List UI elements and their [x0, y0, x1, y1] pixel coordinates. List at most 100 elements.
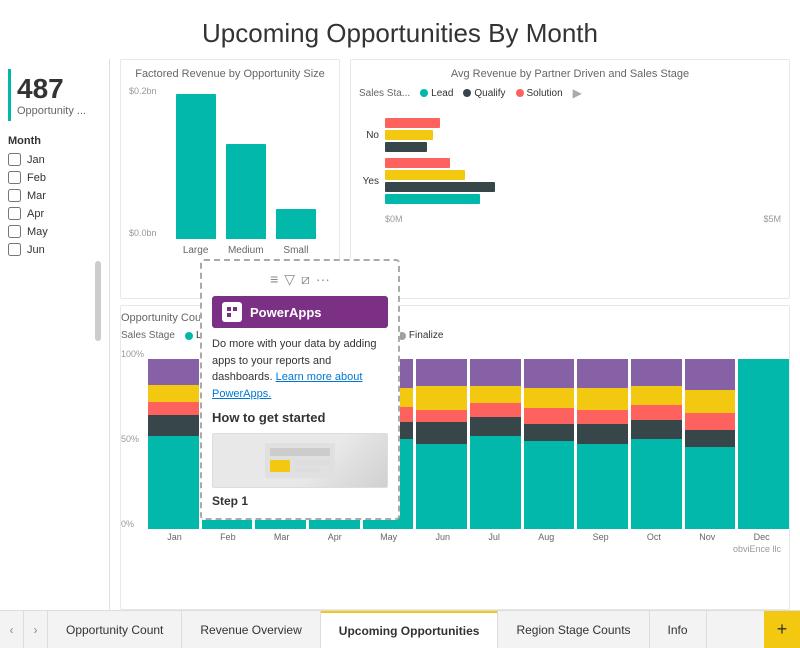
seg-Jun-4: [416, 359, 467, 386]
seg-Jul-2: [470, 403, 521, 417]
powerapps-popup: ≡ ▽ ⧄ ··· PowerApps D: [200, 259, 400, 520]
horiz-bar-group: No Yes: [359, 108, 781, 214]
stacked-x-axis: JanFebMarAprMayJunJulAugSepOctNovDec: [148, 532, 789, 542]
tab-add-button[interactable]: +: [764, 611, 800, 648]
seg-Jan-1: [148, 415, 199, 435]
seg-Jun-3: [416, 386, 467, 410]
avg-revenue-chart: Avg Revenue by Partner Driven and Sales …: [350, 59, 790, 299]
checkbox-jun[interactable]: [8, 243, 21, 256]
horiz-bars-yes: [385, 158, 781, 204]
popup-subtitle: How to get started: [212, 410, 388, 425]
stacked-col-oct: [631, 359, 682, 529]
seg-Aug-0: [524, 441, 575, 529]
seg-Sep-0: [577, 444, 628, 529]
row-yes: Yes: [359, 158, 781, 204]
toolbar-filter-icon[interactable]: ▽: [284, 271, 295, 288]
checkbox-feb[interactable]: [8, 171, 21, 184]
filter-jun[interactable]: Jun: [8, 243, 101, 256]
stacked-col-nov: [685, 359, 736, 529]
avg-legend: Sales Sta... Lead Qualify Solution: [359, 86, 781, 100]
tab-revenue-overview[interactable]: Revenue Overview: [182, 611, 320, 648]
filter-apr[interactable]: Apr: [8, 207, 101, 220]
popup-step-image: [212, 433, 388, 488]
toolbar-menu-icon[interactable]: ≡: [270, 271, 278, 288]
checkbox-jan[interactable]: [8, 153, 21, 166]
learn-more-link[interactable]: Learn more about PowerApps.: [212, 371, 362, 400]
stacked-col-jan: [148, 359, 199, 529]
stacked-legend-finalize: Finalize: [398, 330, 443, 341]
filter-mar[interactable]: Mar: [8, 189, 101, 202]
seg-Nov-1: [685, 430, 736, 447]
charts-area: Factored Revenue by Opportunity Size $0.…: [110, 59, 800, 610]
tab-region-stage-counts[interactable]: Region Stage Counts: [498, 611, 649, 648]
toolbar-more-icon[interactable]: ···: [316, 271, 330, 288]
popup-toolbar: ≡ ▽ ⧄ ···: [212, 271, 388, 288]
horiz-chart: No Yes: [359, 108, 781, 290]
seg-Sep-2: [577, 410, 628, 424]
seg-Oct-0: [631, 439, 682, 529]
stacked-col-jul: [470, 359, 521, 529]
stacked-col-aug: [524, 359, 575, 529]
hbar-no-2: [385, 130, 433, 140]
branding: obviEnce llc: [121, 542, 789, 554]
powerapps-label: PowerApps: [250, 305, 322, 320]
kpi-number: 487: [17, 73, 95, 105]
filter-jan[interactable]: Jan: [8, 153, 101, 166]
seg-Nov-3: [685, 390, 736, 414]
main-container: Upcoming Opportunities By Month 487 Oppo…: [0, 0, 800, 648]
bar-col-small: Small: [276, 209, 316, 256]
hbar-no-1: [385, 118, 440, 128]
seg-Aug-2: [524, 408, 575, 423]
seg-Oct-3: [631, 386, 682, 405]
tab-opportunity-count[interactable]: Opportunity Count: [48, 611, 182, 648]
legend-arrow[interactable]: ▶: [573, 86, 582, 100]
hbar-no-3: [385, 142, 427, 152]
seg-Jun-1: [416, 422, 467, 444]
sidebar: 487 Opportunity ... Month Jan Feb Mar Ap…: [0, 59, 110, 610]
seg-Sep-1: [577, 424, 628, 444]
toolbar-expand-icon[interactable]: ⧄: [301, 271, 310, 288]
filter-feb[interactable]: Feb: [8, 171, 101, 184]
hbar-yes-3: [385, 182, 495, 192]
tab-prev-btn[interactable]: ‹: [0, 611, 24, 648]
seg-Aug-4: [524, 359, 575, 388]
checkbox-mar[interactable]: [8, 189, 21, 202]
tab-next-btn[interactable]: ›: [24, 611, 48, 648]
seg-Aug-3: [524, 388, 575, 408]
stacked-col-sep: [577, 359, 628, 529]
tab-upcoming-opportunities[interactable]: Upcoming Opportunities: [321, 611, 499, 648]
x-axis-horiz: $0M $5M: [359, 214, 781, 224]
checkbox-apr[interactable]: [8, 207, 21, 220]
row-no: No: [359, 118, 781, 152]
stacked-col-dec: [738, 359, 789, 529]
checkbox-may[interactable]: [8, 225, 21, 238]
tab-info[interactable]: Info: [650, 611, 707, 648]
legend-qualify: Qualify: [463, 88, 505, 99]
seg-Jul-0: [470, 436, 521, 530]
filter-title: Month: [8, 135, 101, 147]
hbar-yes-1: [385, 158, 450, 168]
seg-Jul-1: [470, 417, 521, 436]
bar-col-large: Large: [176, 94, 216, 256]
legend-dot-qualify: [463, 89, 471, 97]
bar-group: Large Medium Small: [161, 96, 331, 256]
seg-Jun-0: [416, 444, 467, 529]
seg-Nov-4: [685, 359, 736, 390]
hbar-yes-2: [385, 170, 465, 180]
seg-Nov-0: [685, 447, 736, 529]
seg-Oct-1: [631, 420, 682, 439]
seg-Jan-4: [148, 359, 199, 385]
seg-Nov-2: [685, 413, 736, 430]
scrollbar[interactable]: [95, 261, 101, 341]
avg-chart-title: Avg Revenue by Partner Driven and Sales …: [359, 68, 781, 80]
seg-Jul-4: [470, 359, 521, 386]
stacked-col-jun: [416, 359, 467, 529]
factored-bars: Large Medium Small: [161, 86, 331, 256]
filter-section: Month Jan Feb Mar Apr May Jun: [8, 135, 101, 341]
hbar-yes-4: [385, 194, 480, 204]
popup-body-text: Do more with your data by adding apps to…: [212, 336, 388, 402]
factored-y-labels: $0.2bn $0.0bn: [129, 86, 161, 256]
seg-Jan-0: [148, 436, 199, 530]
seg-Oct-2: [631, 405, 682, 420]
filter-may[interactable]: May: [8, 225, 101, 238]
